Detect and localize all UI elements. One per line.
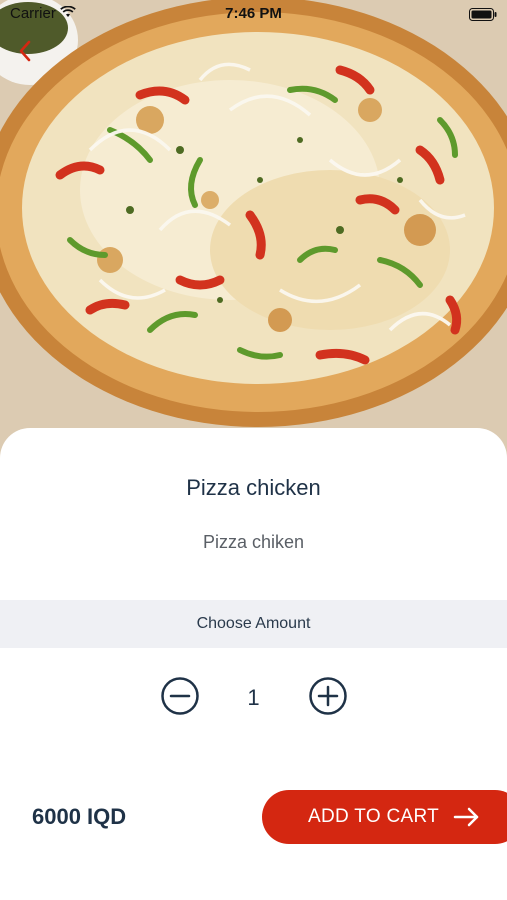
price-label: 6000 IQD — [32, 804, 127, 829]
increment-button[interactable] — [308, 676, 348, 721]
decrement-button[interactable] — [160, 676, 200, 721]
arrow-right-icon — [453, 807, 481, 827]
pizza-image — [0, 0, 507, 470]
battery-icon — [469, 8, 497, 25]
quantity-stepper: 1 — [0, 676, 507, 721]
chevron-left-icon — [16, 39, 34, 68]
plus-circle-icon — [308, 676, 348, 721]
status-bar: Carrier 7:46 PM — [0, 0, 507, 28]
minus-circle-icon — [160, 676, 200, 721]
back-button[interactable] — [8, 36, 42, 70]
product-detail-sheet: Pizza chicken Pizza chiken Choose Amount… — [0, 428, 507, 900]
add-to-cart-button[interactable]: ADD TO CART — [262, 790, 507, 844]
status-time: 7:46 PM — [225, 5, 282, 22]
quantity-value: 1 — [247, 685, 260, 710]
product-title: Pizza chicken — [186, 475, 321, 500]
choose-amount-label: Choose Amount — [196, 615, 311, 632]
product-detail-screen: Carrier 7:46 PM Pizza chicken Pizza chik… — [0, 0, 507, 900]
product-description: Pizza chiken — [202, 532, 305, 552]
add-to-cart-label: ADD TO CART — [308, 806, 440, 827]
choose-amount-bar: Choose Amount — [0, 600, 507, 648]
